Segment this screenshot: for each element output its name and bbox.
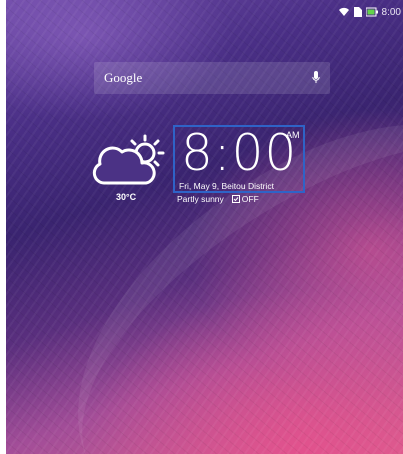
wifi-icon xyxy=(338,7,349,17)
partly-cloudy-icon[interactable] xyxy=(90,133,168,191)
microphone-icon[interactable] xyxy=(312,71,320,85)
battery-icon xyxy=(365,7,378,17)
weather-condition: Partly sunny xyxy=(177,194,224,204)
google-search-bar[interactable]: Google xyxy=(94,62,330,94)
date-location: Fri, May 9, Beitou District xyxy=(179,181,274,191)
clock-time[interactable]: 8:00 xyxy=(181,124,297,182)
alarm-icon xyxy=(231,195,240,203)
sim-card-icon xyxy=(353,7,362,17)
alarm-status: OFF xyxy=(241,194,259,204)
status-bar-time: 8:00 xyxy=(381,6,401,18)
clock-ampm: AM xyxy=(286,130,300,140)
home-screen: 8:00 Google 30°C 8:00 AM Fri, May 9, Bei… xyxy=(6,0,403,454)
temperature: 30°C xyxy=(116,192,137,202)
weather-condition-row: Partly sunny OFF xyxy=(177,194,259,204)
status-bar: 8:00 xyxy=(338,5,401,19)
clock-time-highlight[interactable]: 8:00 AM Fri, May 9, Beitou District xyxy=(173,124,305,193)
search-label: Google xyxy=(104,70,143,85)
